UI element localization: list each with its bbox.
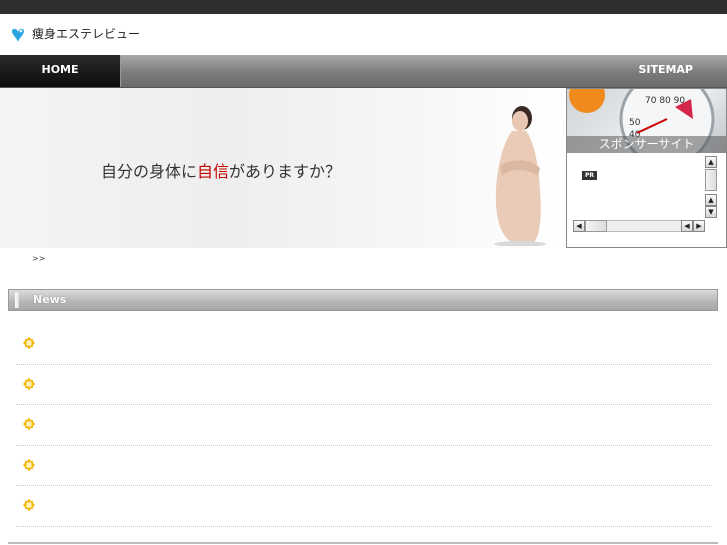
hero-text-before: 自分の身体に: [101, 162, 198, 181]
breadcrumb[interactable]: >>: [32, 254, 45, 263]
hero-text-highlight: 自信: [197, 162, 230, 181]
sponsor-title: スポンサーサイト: [567, 136, 726, 153]
hscroll-thumb[interactable]: [585, 220, 607, 232]
news-heading-bar: News: [8, 289, 718, 311]
news-item[interactable]: [16, 365, 712, 406]
vertical-scrollbar[interactable]: ▲ ▲ ▼: [705, 156, 717, 218]
sun-flower-icon: [23, 337, 35, 349]
bottom-divider: [8, 542, 718, 544]
nav-sitemap[interactable]: SITEMAP: [638, 55, 693, 87]
sun-flower-icon: [23, 418, 35, 430]
news-item[interactable]: [16, 446, 712, 487]
sponsor-banner-image[interactable]: 70 80 90 50 40 スポンサーサイト: [567, 89, 726, 153]
svg-text:70 80 90: 70 80 90: [645, 96, 685, 106]
seated-woman-image: [494, 106, 546, 246]
sun-flower-icon: [23, 459, 35, 471]
hero-text-after: がありますか？: [229, 162, 342, 181]
scroll-up-icon-2[interactable]: ▲: [705, 194, 717, 206]
sponsor-widget: 70 80 90 50 40 スポンサーサイト PR ▲ ▲ ▼ ◀ ◀ ▶: [566, 88, 727, 248]
scroll-right-icon[interactable]: ▶: [693, 220, 705, 232]
heart-bird-icon[interactable]: [10, 27, 26, 43]
scroll-left-icon-2[interactable]: ◀: [681, 220, 693, 232]
nav-home[interactable]: HOME: [0, 55, 121, 87]
news-list: [16, 324, 712, 527]
scroll-thumb[interactable]: [705, 169, 717, 191]
news-item[interactable]: [16, 324, 712, 365]
top-strip: [0, 0, 727, 14]
hero-slogan: 自分の身体に自信がありますか？: [101, 158, 341, 182]
news-item[interactable]: [16, 486, 712, 527]
scroll-up-icon[interactable]: ▲: [705, 156, 717, 168]
main-nav: HOME SITEMAP: [0, 55, 727, 88]
horizontal-scrollbar[interactable]: ◀ ◀ ▶: [573, 220, 705, 232]
svg-text:50: 50: [629, 118, 641, 128]
sun-flower-icon: [23, 377, 35, 390]
site-title[interactable]: 痩身エステレビュー: [32, 27, 140, 41]
heading-marker: [15, 292, 19, 308]
sun-flower-icon: [23, 499, 35, 511]
scroll-left-icon[interactable]: ◀: [573, 220, 585, 232]
news-item[interactable]: [16, 405, 712, 446]
site-header: 痩身エステレビュー: [0, 14, 727, 55]
hero-banner: 自分の身体に自信がありますか？: [0, 88, 566, 248]
scroll-down-icon[interactable]: ▼: [705, 206, 717, 218]
news-heading: News: [33, 293, 67, 306]
pr-badge: PR: [582, 171, 598, 180]
